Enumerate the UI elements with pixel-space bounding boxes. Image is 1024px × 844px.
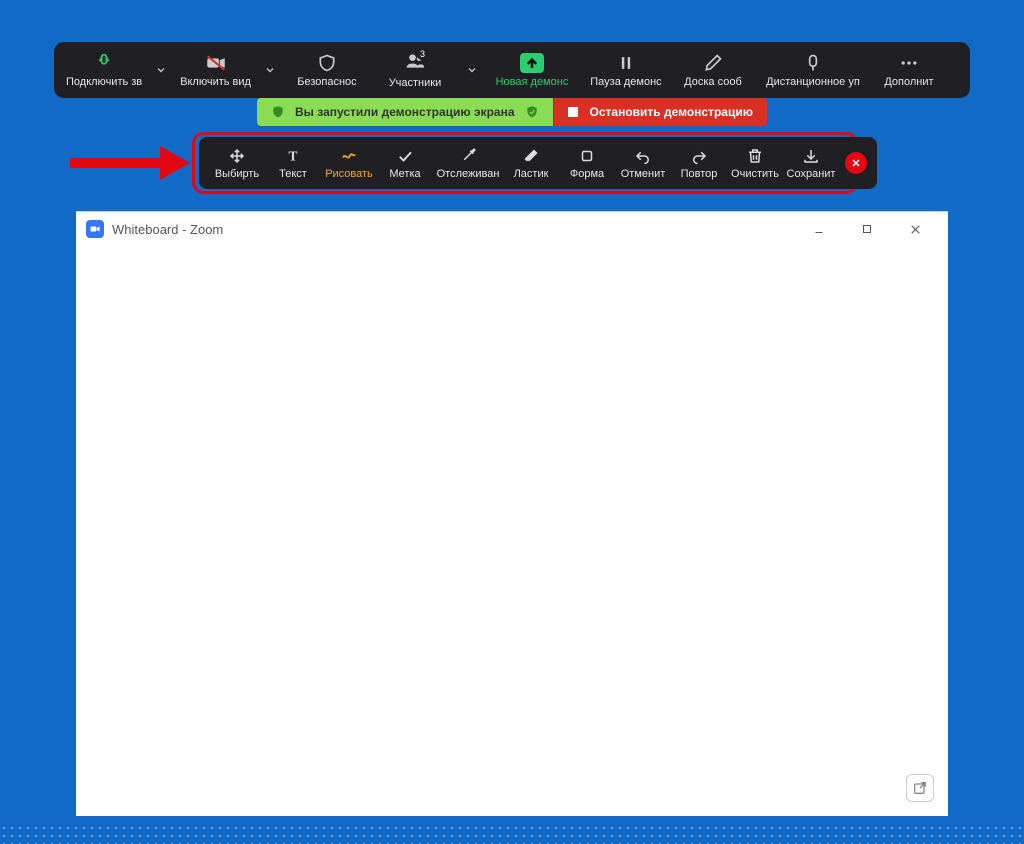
sharing-indicator: Вы запустили демонстрацию экрана bbox=[257, 98, 553, 126]
stop-icon bbox=[568, 107, 578, 117]
redo-tool[interactable]: Повтор bbox=[671, 140, 727, 186]
whiteboard-label: Доска сооб bbox=[684, 76, 742, 88]
format-tool[interactable]: Форма bbox=[559, 140, 615, 186]
window-title: Whiteboard - Zoom bbox=[112, 222, 223, 237]
save-label: Сохранит bbox=[787, 168, 836, 180]
eraser-tool[interactable]: Ластик bbox=[503, 140, 559, 186]
more-button[interactable]: Дополнит bbox=[873, 46, 945, 94]
window-titlebar: Whiteboard - Zoom bbox=[76, 212, 948, 246]
select-tool[interactable]: Выбирть bbox=[209, 140, 265, 186]
background-pattern bbox=[0, 824, 1024, 844]
whiteboard-button[interactable]: Доска сооб bbox=[673, 46, 753, 94]
whiteboard-canvas[interactable] bbox=[76, 246, 948, 816]
zoom-icon bbox=[86, 220, 104, 238]
new-share-button[interactable]: Новая демонс bbox=[485, 46, 579, 94]
close-button[interactable] bbox=[892, 214, 938, 244]
audio-label: Подключить зв bbox=[66, 76, 142, 88]
spotlight-tool[interactable]: Отслеживан bbox=[433, 140, 503, 186]
new-share-label: Новая демонс bbox=[496, 76, 569, 88]
maximize-button[interactable] bbox=[844, 214, 890, 244]
stop-text: Остановить демонстрацию bbox=[590, 105, 753, 119]
remote-control-label: Дистанционное уп bbox=[766, 76, 860, 88]
share-up-icon bbox=[520, 53, 544, 73]
remote-control-button[interactable]: Дистанционное уп bbox=[753, 46, 873, 94]
spotlight-label: Отслеживан bbox=[437, 168, 500, 180]
stop-share-button[interactable]: Остановить демонстрацию bbox=[553, 98, 767, 126]
video-chevron[interactable] bbox=[257, 46, 283, 94]
undo-tool[interactable]: Отменит bbox=[615, 140, 671, 186]
redo-label: Повтор bbox=[681, 168, 718, 180]
text-label: Текст bbox=[279, 168, 307, 180]
video-button[interactable]: Включить вид bbox=[174, 46, 257, 94]
minimize-button[interactable] bbox=[796, 214, 842, 244]
svg-text:T: T bbox=[288, 148, 297, 163]
participants-button[interactable]: 3 Участники bbox=[371, 46, 459, 94]
participants-count: 3 bbox=[416, 47, 429, 60]
save-tool[interactable]: Сохранит bbox=[783, 140, 839, 186]
whiteboard-window: Whiteboard - Zoom bbox=[76, 211, 948, 816]
close-annotation-button[interactable] bbox=[845, 152, 867, 174]
pause-share-button[interactable]: Пауза демонс bbox=[579, 46, 673, 94]
stamp-tool[interactable]: Метка bbox=[377, 140, 433, 186]
draw-label: Рисовать bbox=[325, 168, 373, 180]
clear-tool[interactable]: Очистить bbox=[727, 140, 783, 186]
more-label: Дополнит bbox=[884, 76, 933, 88]
format-label: Форма bbox=[570, 168, 604, 180]
participants-chevron[interactable] bbox=[459, 46, 485, 94]
annotation-toolbar-highlight: Выбирть T Текст Рисовать Метка Отслежива… bbox=[192, 132, 858, 194]
eraser-label: Ластик bbox=[514, 168, 549, 180]
annotation-toolbar: Выбирть T Текст Рисовать Метка Отслежива… bbox=[199, 137, 877, 189]
sharing-text: Вы запустили демонстрацию экрана bbox=[295, 105, 515, 119]
text-tool[interactable]: T Текст bbox=[265, 140, 321, 186]
main-toolbar: Подключить зв Включить вид Безопаснос 3 … bbox=[54, 42, 970, 98]
window-controls bbox=[796, 214, 938, 244]
export-button[interactable] bbox=[906, 774, 934, 802]
security-button[interactable]: Безопаснос bbox=[283, 46, 371, 94]
clear-label: Очистить bbox=[731, 168, 779, 180]
video-label: Включить вид bbox=[180, 76, 251, 88]
select-label: Выбирть bbox=[215, 168, 259, 180]
pause-share-label: Пауза демонс bbox=[590, 76, 661, 88]
audio-chevron[interactable] bbox=[148, 46, 174, 94]
draw-tool[interactable]: Рисовать bbox=[321, 140, 377, 186]
share-status-bar: Вы запустили демонстрацию экрана Останов… bbox=[54, 98, 970, 126]
stamp-label: Метка bbox=[389, 168, 420, 180]
arrow-annotation-icon bbox=[70, 146, 190, 180]
participants-label: Участники bbox=[389, 77, 442, 89]
undo-label: Отменит bbox=[621, 168, 666, 180]
security-label: Безопаснос bbox=[297, 76, 356, 88]
audio-button[interactable]: Подключить зв bbox=[60, 46, 148, 94]
